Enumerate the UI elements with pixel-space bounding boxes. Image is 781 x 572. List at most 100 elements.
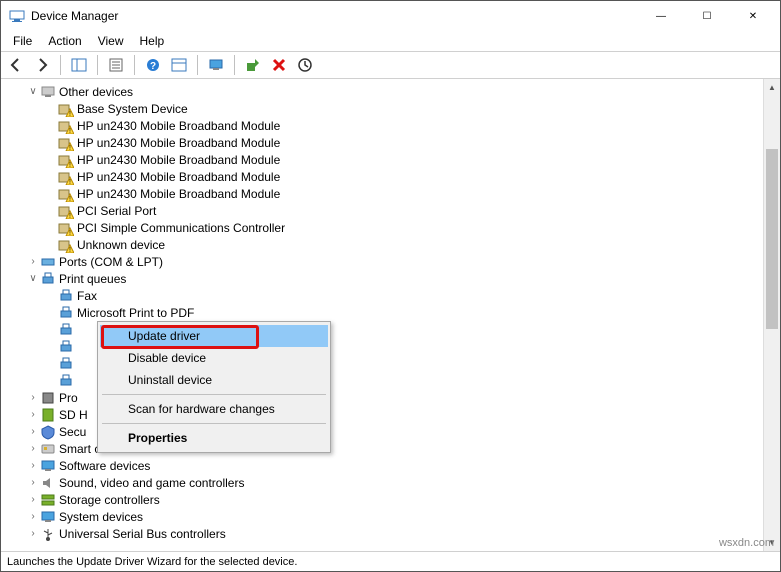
tree-label: Microsoft Print to PDF: [77, 306, 194, 320]
svg-text:!: !: [69, 128, 71, 134]
ctx-disable-device[interactable]: Disable device: [100, 347, 328, 369]
minimize-button[interactable]: —: [638, 1, 684, 31]
warning-device-icon: !: [58, 237, 74, 253]
printer-icon: [58, 356, 74, 372]
tree-item[interactable]: ! HP un2430 Mobile Broadband Module: [1, 134, 763, 151]
menu-help[interactable]: Help: [132, 32, 173, 50]
ctx-update-driver[interactable]: Update driver: [100, 325, 328, 347]
menu-file[interactable]: File: [5, 32, 40, 50]
other-devices-icon: [40, 84, 56, 100]
help-button[interactable]: ?: [142, 54, 164, 76]
scroll-thumb[interactable]: [766, 149, 778, 329]
menu-bar: File Action View Help: [1, 31, 780, 51]
ctx-separator: [102, 423, 326, 424]
ctx-properties[interactable]: Properties: [100, 427, 328, 449]
tree-node-usb[interactable]: › Universal Serial Bus controllers: [1, 525, 763, 542]
tree-label: Storage controllers: [59, 493, 160, 507]
close-button[interactable]: ✕: [730, 1, 776, 31]
svg-text:!: !: [69, 247, 71, 253]
ctx-scan-hardware[interactable]: Scan for hardware changes: [100, 398, 328, 420]
app-icon: [9, 8, 25, 24]
tree-node-system-devices[interactable]: › System devices: [1, 508, 763, 525]
scan-hardware-button[interactable]: [205, 54, 227, 76]
tree-item[interactable]: ! PCI Simple Communications Controller: [1, 219, 763, 236]
update-driver-button[interactable]: [242, 54, 264, 76]
scroll-up-button[interactable]: ▲: [764, 79, 780, 96]
tree-label: PCI Simple Communications Controller: [77, 221, 285, 235]
svg-text:!: !: [69, 196, 71, 202]
toolbar-separator: [97, 55, 98, 75]
tree-node-sound-video[interactable]: ›Sound, video and game controllers: [1, 474, 763, 491]
tree-item-fax[interactable]: Fax: [1, 287, 763, 304]
forward-button[interactable]: [31, 54, 53, 76]
svg-text:!: !: [69, 111, 71, 117]
uninstall-button[interactable]: [268, 54, 290, 76]
tree-item[interactable]: ! Unknown device: [1, 236, 763, 253]
tree-item[interactable]: !Base System Device: [1, 100, 763, 117]
tree-node-storage[interactable]: › Storage controllers: [1, 491, 763, 508]
tree-label: Software devices: [59, 459, 150, 473]
show-hide-tree-button[interactable]: [68, 54, 90, 76]
software-icon: [40, 458, 56, 474]
chevron-right-icon[interactable]: ›: [27, 256, 39, 267]
printer-icon: [58, 322, 74, 338]
watermark: wsxdn.com: [719, 537, 774, 549]
tree-item[interactable]: !HP un2430 Mobile Broadband Module: [1, 168, 763, 185]
content-area: ∨ Other devices !Base System Device ! HP …: [1, 79, 780, 551]
menu-action[interactable]: Action: [40, 32, 89, 50]
show-hidden-button[interactable]: [168, 54, 190, 76]
maximize-button[interactable]: ☐: [684, 1, 730, 31]
vertical-scrollbar[interactable]: ▲ ▼: [763, 79, 780, 551]
chevron-right-icon[interactable]: ›: [27, 528, 39, 539]
tree-label: HP un2430 Mobile Broadband Module: [77, 136, 280, 150]
tree-label: Print queues: [59, 272, 126, 286]
tree-label: Pro: [59, 391, 78, 405]
tree-label: HP un2430 Mobile Broadband Module: [77, 119, 280, 133]
tree-item[interactable]: !HP un2430 Mobile Broadband Module: [1, 151, 763, 168]
security-icon: [40, 424, 56, 440]
tree-label: Fax: [77, 289, 97, 303]
tree-label: PCI Serial Port: [77, 204, 156, 218]
chevron-right-icon[interactable]: ›: [27, 426, 39, 437]
chevron-right-icon[interactable]: ›: [27, 494, 39, 505]
properties-button[interactable]: [105, 54, 127, 76]
back-button[interactable]: [5, 54, 27, 76]
toolbar: ?: [1, 51, 780, 79]
svg-text:!: !: [69, 230, 71, 236]
tree-label: Unknown device: [77, 238, 165, 252]
device-tree[interactable]: ∨ Other devices !Base System Device ! HP …: [1, 79, 763, 551]
tree-node-software-devices[interactable]: › Software devices: [1, 457, 763, 474]
title-bar: Device Manager — ☐ ✕: [1, 1, 780, 31]
tree-label: Universal Serial Bus controllers: [59, 527, 226, 541]
chevron-right-icon[interactable]: ›: [27, 511, 39, 522]
chevron-right-icon[interactable]: ›: [27, 477, 39, 488]
tree-item[interactable]: !HP un2430 Mobile Broadband Module: [1, 185, 763, 202]
printer-icon: [40, 271, 56, 287]
enable-button[interactable]: [294, 54, 316, 76]
warning-device-icon: !: [58, 118, 74, 134]
warning-device-icon: !: [58, 101, 74, 117]
chevron-down-icon[interactable]: ∨: [27, 86, 39, 97]
tree-label: System devices: [59, 510, 143, 524]
tree-item[interactable]: ! HP un2430 Mobile Broadband Module: [1, 117, 763, 134]
tree-item[interactable]: !PCI Serial Port: [1, 202, 763, 219]
ctx-uninstall-device[interactable]: Uninstall device: [100, 369, 328, 391]
tree-label: Other devices: [59, 85, 133, 99]
cpu-icon: [40, 390, 56, 406]
warning-device-icon: !: [58, 135, 74, 151]
svg-text:?: ?: [150, 61, 156, 72]
tree-item-print-to-pdf[interactable]: Microsoft Print to PDF: [1, 304, 763, 321]
chevron-right-icon[interactable]: ›: [27, 409, 39, 420]
chevron-right-icon[interactable]: ›: [27, 460, 39, 471]
ctx-separator: [102, 394, 326, 395]
tree-node-ports[interactable]: › Ports (COM & LPT): [1, 253, 763, 270]
printer-icon: [58, 339, 74, 355]
svg-text:!: !: [69, 145, 71, 151]
tree-node-other-devices[interactable]: ∨ Other devices: [1, 83, 763, 100]
tree-node-print-queues[interactable]: ∨ Print queues: [1, 270, 763, 287]
menu-view[interactable]: View: [90, 32, 132, 50]
chevron-right-icon[interactable]: ›: [27, 443, 39, 454]
chevron-right-icon[interactable]: ›: [27, 392, 39, 403]
warning-device-icon: !: [58, 220, 74, 236]
chevron-down-icon[interactable]: ∨: [27, 273, 39, 284]
